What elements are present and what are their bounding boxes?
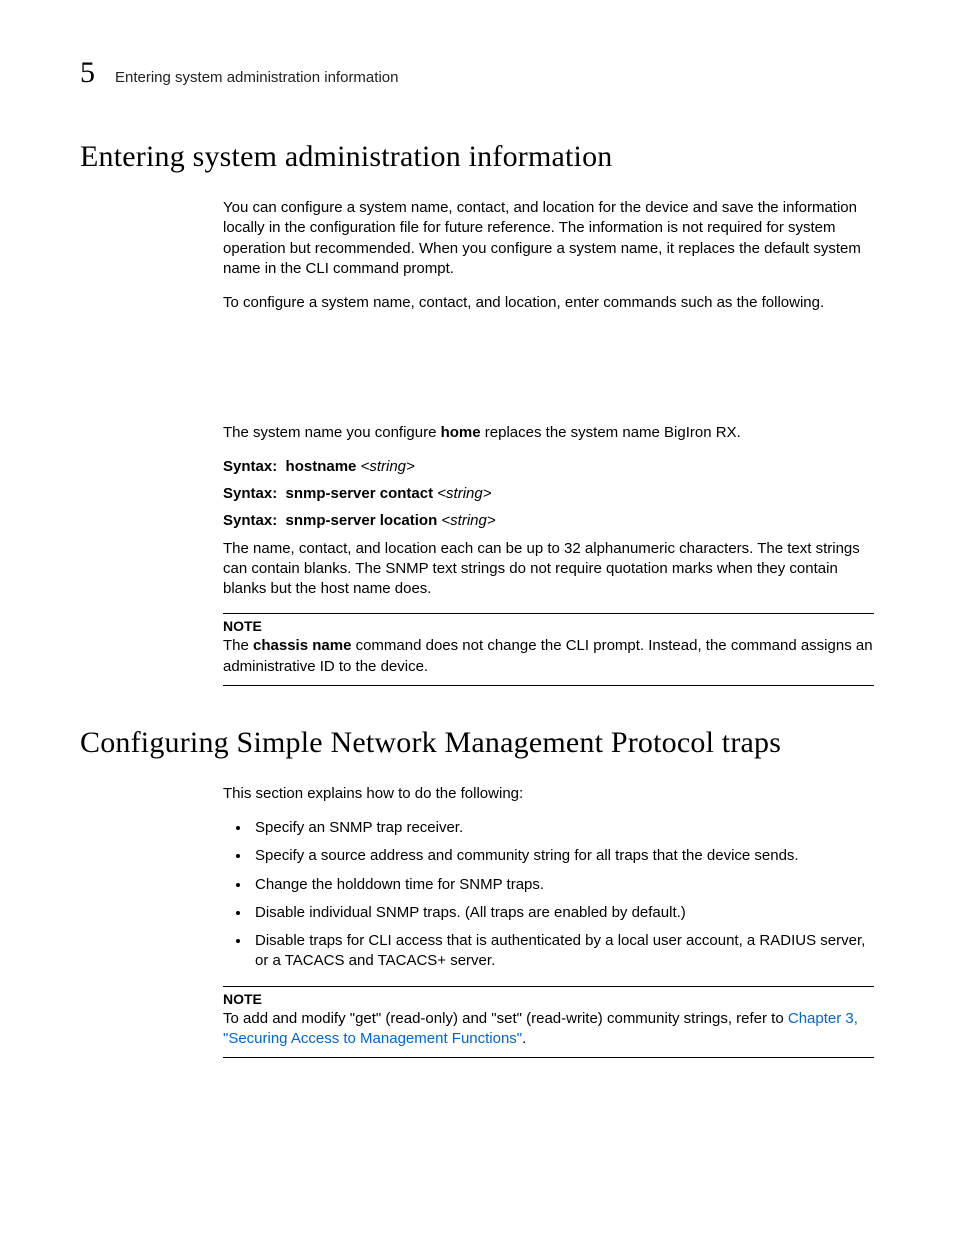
section-heading-configuring-snmp-traps: Configuring Simple Network Management Pr… — [80, 726, 874, 760]
section2-body: This section explains how to do the foll… — [223, 784, 874, 1058]
section1-para2: To configure a system name, contact, and… — [223, 293, 874, 313]
syntax-label: Syntax: — [223, 458, 277, 475]
section1-body: You can configure a system name, contact… — [223, 198, 874, 686]
text-fragment: replaces the system name BigIron RX. — [481, 424, 741, 441]
section1-para3: The system name you configure home repla… — [223, 423, 874, 443]
syntax-arg: <string> — [361, 458, 415, 475]
syntax-line-hostname: Syntax: hostname <string> — [223, 458, 874, 475]
text-fragment: The system name you configure — [223, 424, 441, 441]
command-example-placeholder — [223, 327, 874, 423]
syntax-line-snmp-contact: Syntax: snmp-server contact <string> — [223, 485, 874, 502]
syntax-command: snmp-server location — [286, 512, 438, 529]
syntax-label: Syntax: — [223, 512, 277, 529]
page: 5 Entering system administration informa… — [0, 0, 954, 1118]
syntax-arg: <string> — [441, 512, 495, 529]
section1-para4: The name, contact, and location each can… — [223, 539, 874, 600]
section2-bullet-list: Specify an SNMP trap receiver. Specify a… — [223, 818, 874, 972]
syntax-label: Syntax: — [223, 485, 277, 502]
syntax-arg: <string> — [437, 485, 491, 502]
note-box-community-strings: NOTE To add and modify "get" (read-only)… — [223, 986, 874, 1059]
section-heading-entering-admin-info: Entering system administration informati… — [80, 140, 874, 174]
text-fragment: The — [223, 637, 253, 654]
note-text: The chassis name command does not change… — [223, 636, 874, 677]
list-item: Change the holddown time for SNMP traps. — [251, 875, 874, 895]
section2-intro: This section explains how to do the foll… — [223, 784, 874, 804]
running-header-title: Entering system administration informati… — [115, 69, 398, 86]
list-item: Specify a source address and community s… — [251, 846, 874, 866]
inline-bold-chassis-name: chassis name — [253, 637, 351, 654]
note-text: To add and modify "get" (read-only) and … — [223, 1009, 874, 1050]
syntax-line-snmp-location: Syntax: snmp-server location <string> — [223, 512, 874, 529]
list-item: Specify an SNMP trap receiver. — [251, 818, 874, 838]
note-box-chassis-name: NOTE The chassis name command does not c… — [223, 613, 874, 686]
page-header: 5 Entering system administration informa… — [80, 56, 874, 90]
section1-para1: You can configure a system name, contact… — [223, 198, 874, 279]
text-fragment: To add and modify "get" (read-only) and … — [223, 1010, 788, 1027]
list-item: Disable traps for CLI access that is aut… — [251, 931, 874, 972]
syntax-command: hostname — [286, 458, 357, 475]
chapter-number: 5 — [80, 56, 95, 90]
syntax-command: snmp-server contact — [286, 485, 434, 502]
inline-bold-home: home — [441, 424, 481, 441]
list-item: Disable individual SNMP traps. (All trap… — [251, 903, 874, 923]
note-label: NOTE — [223, 618, 874, 634]
text-fragment: . — [522, 1030, 526, 1047]
note-label: NOTE — [223, 991, 874, 1007]
